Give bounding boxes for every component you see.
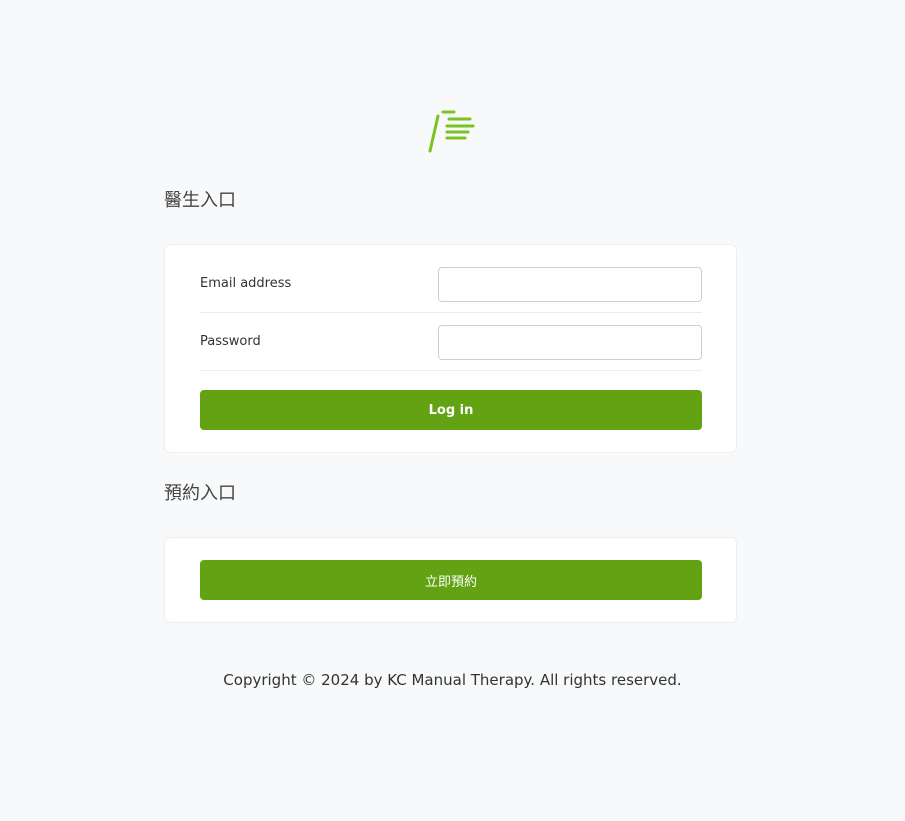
email-row: Email address — [200, 255, 702, 313]
password-label: Password — [200, 334, 261, 349]
doctor-portal-title: 醫生入口 — [164, 190, 236, 211]
password-input[interactable] — [438, 325, 702, 360]
copyright-text: Copyright © 2024 by KC Manual Therapy. A… — [223, 671, 682, 689]
password-row: Password — [200, 313, 702, 371]
book-now-button[interactable]: 立即預約 — [200, 560, 702, 600]
booking-portal-title: 預約入口 — [164, 483, 236, 504]
email-input[interactable] — [438, 267, 702, 302]
login-card: Email address Password Log in — [164, 244, 737, 453]
brand-logo-icon — [428, 110, 475, 153]
email-label: Email address — [200, 276, 292, 291]
login-button[interactable]: Log in — [200, 390, 702, 430]
booking-card: 立即預約 — [164, 537, 737, 623]
